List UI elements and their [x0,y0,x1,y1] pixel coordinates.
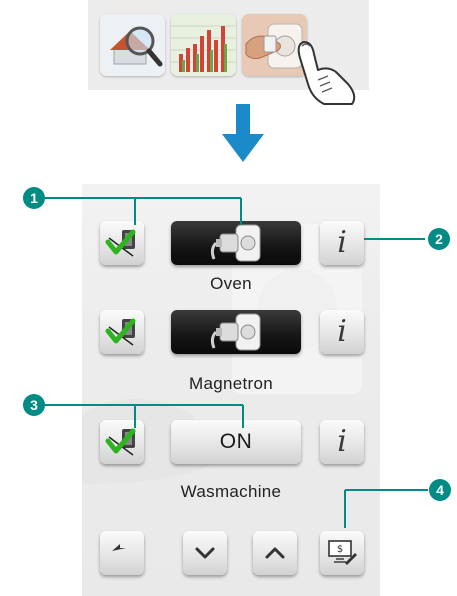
callout-badge-1: 1 [23,187,45,209]
callout-leader-lines [44,197,428,528]
callout-badge-4: 4 [429,479,451,501]
callout-badge-2: 2 [428,228,450,250]
callout-badge-3: 3 [23,394,45,416]
